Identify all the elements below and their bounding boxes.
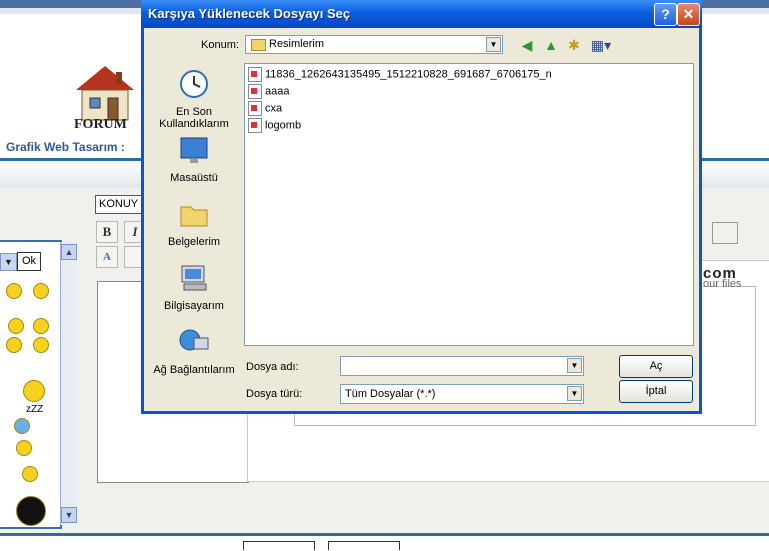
place-desktop-label: Masaüstü	[170, 172, 218, 184]
places-bar: En Son Kullandıklarım Masaüstü Belgeleri…	[150, 62, 238, 382]
up-folder-icon[interactable]: ▲	[542, 36, 560, 54]
place-computer[interactable]: Bilgisayarım	[150, 262, 238, 312]
bold-button[interactable]: B	[96, 221, 118, 243]
open-button[interactable]: Aç	[619, 355, 693, 378]
place-documents-label: Belgelerim	[168, 236, 220, 248]
file-item[interactable]: 11836_1262643135495_1512210828_691687_67…	[248, 67, 552, 83]
place-network[interactable]: Ağ Bağlantılarım	[150, 326, 238, 376]
zzz-label: zZZ	[26, 404, 44, 415]
look-in-combo[interactable]: Resimlerim ▼	[245, 35, 503, 54]
smiley-icon[interactable]	[6, 337, 22, 353]
scroll-up-button[interactable]: ▲	[61, 244, 77, 260]
smiley-icon[interactable]	[8, 318, 24, 334]
place-desktop[interactable]: Masaüstü	[150, 134, 238, 184]
dialog-title: Karşıya Yüklenecek Dosyayı Seç	[148, 6, 351, 21]
image-file-icon	[248, 101, 262, 116]
recent-icon	[180, 70, 208, 98]
file-name: 11836_1262643135495_1512210828_691687_67…	[265, 68, 552, 81]
network-icon	[179, 329, 209, 351]
chevron-down-icon[interactable]: ▼	[567, 358, 582, 373]
chevron-down-icon[interactable]: ▼	[567, 386, 582, 401]
place-recent[interactable]: En Son Kullandıklarım	[150, 68, 238, 130]
my-documents-icon	[180, 206, 208, 227]
back-icon[interactable]: ◀	[518, 36, 536, 54]
smiley-scrollbar[interactable]	[60, 242, 77, 525]
filetype-label: Dosya türü:	[246, 388, 303, 400]
look-in-value: Resimlerim	[269, 38, 324, 50]
forum-label: FORUM	[74, 117, 127, 132]
desktop-icon	[180, 137, 208, 163]
site-title: Grafik Web Tasarım :	[6, 140, 125, 154]
filename-label: Dosya adı:	[246, 361, 299, 373]
my-computer-icon	[181, 265, 207, 291]
folder-icon	[251, 39, 266, 51]
file-name: logomb	[265, 119, 302, 132]
cancel-button[interactable]: İptal	[619, 380, 693, 403]
smiley-icon[interactable]	[6, 283, 22, 299]
image-file-icon	[248, 84, 262, 99]
brand-subtext: our files	[703, 278, 742, 290]
smiley-icon[interactable]	[16, 440, 32, 456]
smiley-ok-button[interactable]: Ok	[17, 252, 41, 271]
filename-input[interactable]: ▼	[340, 356, 584, 376]
smiley-icon[interactable]	[22, 466, 38, 482]
smiley-icon[interactable]	[33, 318, 49, 334]
smiley-icon[interactable]	[23, 380, 45, 402]
bottom-button-1[interactable]	[243, 541, 315, 550]
smiley-select-arrow[interactable]: ▼	[0, 253, 17, 271]
image-file-icon	[248, 67, 262, 82]
file-item[interactable]: cxa	[248, 101, 282, 117]
font-style-button[interactable]: A	[96, 246, 118, 268]
bottom-button-2[interactable]	[328, 541, 400, 550]
file-item[interactable]: logomb	[248, 118, 301, 134]
filetype-value: Tüm Dosyalar (*.*)	[345, 388, 436, 400]
look-in-label: Konum:	[201, 39, 239, 51]
file-item[interactable]: aaaa	[248, 84, 289, 100]
close-button[interactable]: ✕	[677, 3, 700, 26]
filetype-select[interactable]: Tüm Dosyalar (*.*) ▼	[340, 384, 584, 404]
smiley-icon[interactable]	[33, 337, 49, 353]
smiley-icon[interactable]	[33, 283, 49, 299]
chevron-down-icon[interactable]: ▼	[486, 37, 501, 52]
file-name: aaaa	[265, 85, 290, 98]
film-icon[interactable]	[712, 222, 738, 244]
scroll-down-button[interactable]: ▼	[61, 507, 77, 523]
place-computer-label: Bilgisayarım	[164, 300, 224, 312]
view-menu-icon[interactable]: ▦▾	[590, 36, 612, 54]
help-button[interactable]: ?	[654, 3, 677, 26]
new-folder-icon[interactable]: ✱	[565, 36, 583, 54]
file-name: cxa	[265, 102, 283, 115]
place-network-label: Ağ Bağlantılarım	[153, 364, 235, 376]
file-list[interactable]: 11836_1262643135495_1512210828_691687_67…	[244, 63, 694, 346]
place-recent-label: En Son Kullandıklarım	[159, 106, 229, 130]
smiley-icon[interactable]	[14, 418, 30, 434]
place-documents[interactable]: Belgelerim	[150, 198, 238, 248]
image-file-icon	[248, 118, 262, 133]
smiley-icon[interactable]	[16, 496, 46, 526]
